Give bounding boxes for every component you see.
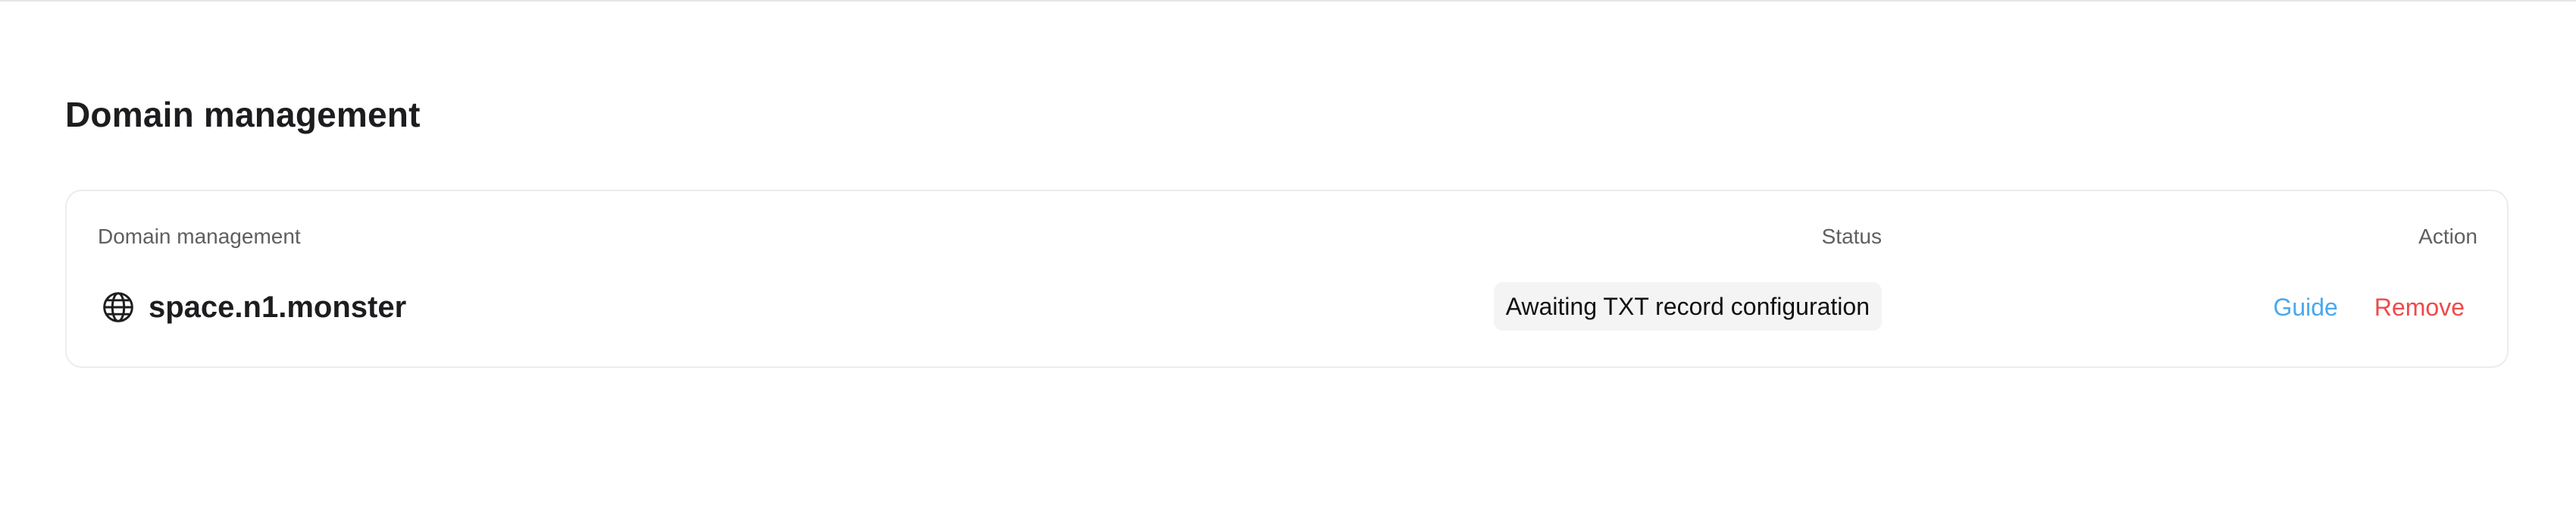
domain-name: space.n1.monster <box>149 290 407 324</box>
column-header-action: Action <box>2418 225 2477 248</box>
column-header-status: Status <box>1821 225 1882 248</box>
domain-cell: space.n1.monster <box>102 281 406 334</box>
top-divider <box>0 0 2576 2</box>
globe-icon <box>102 291 135 324</box>
guide-link[interactable]: Guide <box>2273 294 2337 322</box>
table-row: space.n1.monster Awaiting TXT record con… <box>67 281 2507 334</box>
column-header-domain: Domain management <box>98 225 301 248</box>
status-badge: Awaiting TXT record configuration <box>1493 282 1882 331</box>
row-actions: Guide Remove <box>2273 281 2465 334</box>
page: Domain management Domain management Stat… <box>0 0 2576 531</box>
page-title: Domain management <box>65 95 421 134</box>
domain-table-card: Domain management Status Action space.n1… <box>65 190 2509 368</box>
remove-link[interactable]: Remove <box>2374 294 2465 322</box>
